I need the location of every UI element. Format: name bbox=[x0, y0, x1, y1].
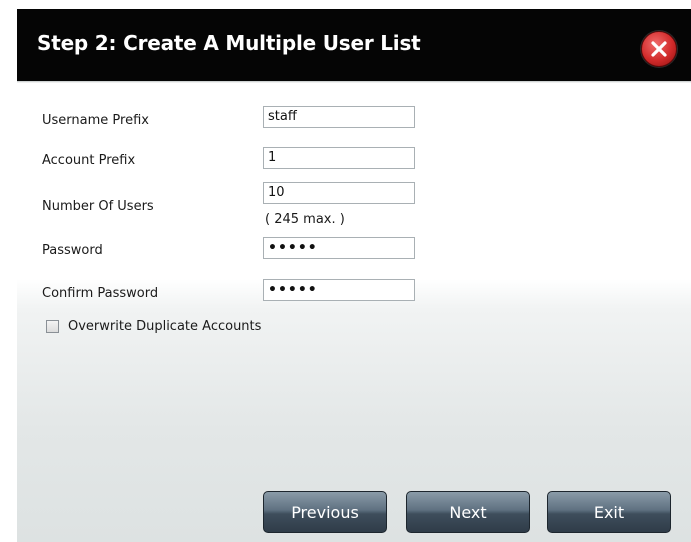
previous-button[interactable]: Previous bbox=[263, 491, 387, 533]
number-of-users-input[interactable]: 10 bbox=[263, 182, 415, 204]
close-icon bbox=[651, 41, 667, 57]
number-of-users-label: Number Of Users bbox=[42, 199, 154, 214]
create-user-list-dialog: Step 2: Create A Multiple User List User… bbox=[17, 9, 691, 542]
title-bar: Step 2: Create A Multiple User List bbox=[17, 9, 691, 81]
password-label: Password bbox=[42, 243, 103, 258]
overwrite-duplicate-label[interactable]: Overwrite Duplicate Accounts bbox=[68, 319, 261, 334]
account-prefix-label: Account Prefix bbox=[42, 153, 136, 168]
username-prefix-input[interactable]: staff bbox=[263, 106, 415, 128]
confirm-password-input[interactable]: ••••• bbox=[263, 279, 415, 301]
divider bbox=[17, 81, 691, 83]
account-prefix-input[interactable]: 1 bbox=[263, 147, 415, 169]
dialog-title: Step 2: Create A Multiple User List bbox=[37, 31, 421, 55]
confirm-password-label: Confirm Password bbox=[42, 286, 159, 301]
next-button[interactable]: Next bbox=[406, 491, 530, 533]
max-users-hint: ( 245 max. ) bbox=[265, 212, 345, 227]
exit-button[interactable]: Exit bbox=[547, 491, 671, 533]
password-input[interactable]: ••••• bbox=[263, 237, 415, 259]
overwrite-duplicate-checkbox[interactable] bbox=[46, 320, 59, 333]
username-prefix-label: Username Prefix bbox=[42, 113, 149, 128]
close-button[interactable] bbox=[641, 31, 677, 67]
